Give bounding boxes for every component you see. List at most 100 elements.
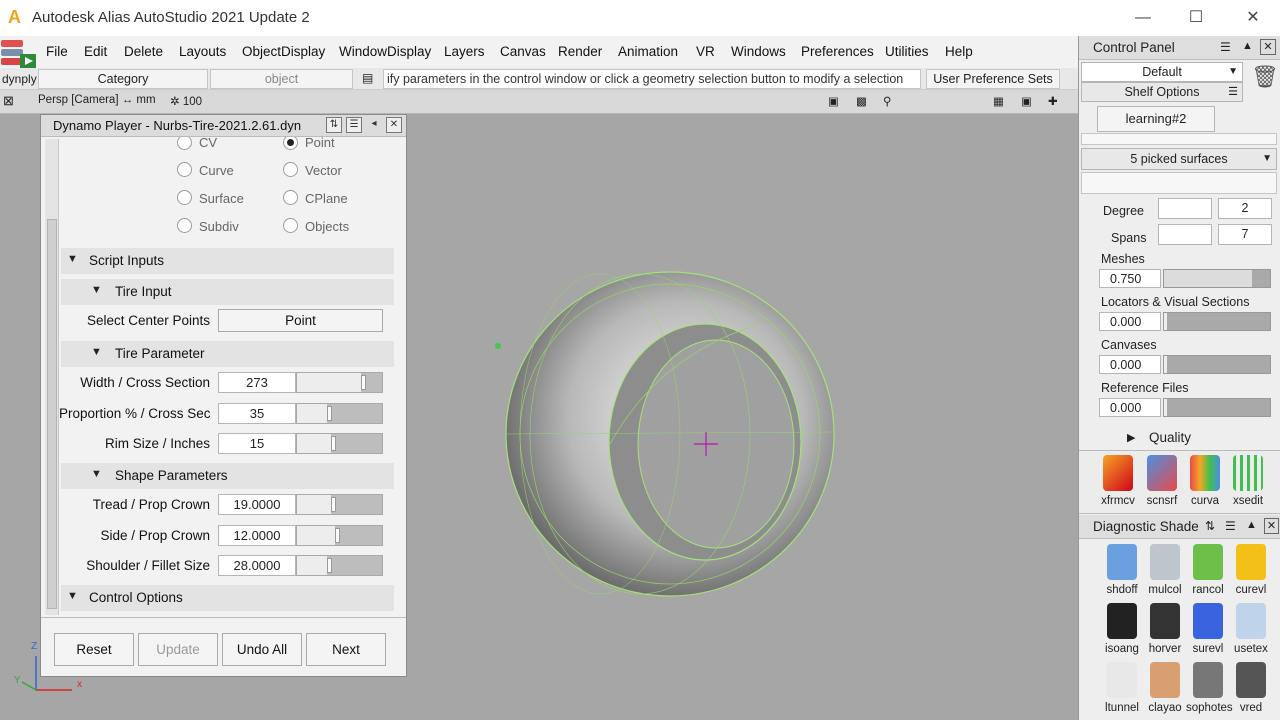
menu-utilities[interactable]: Utilities [885, 44, 929, 59]
layout-tool-icon[interactable]: ▦ [993, 94, 1004, 108]
locators-field[interactable]: 0.000 [1099, 312, 1161, 331]
shape_param-value-field[interactable]: 12.0000 [218, 524, 296, 546]
slider-knob[interactable] [327, 405, 332, 421]
ds-vred[interactable]: vred [1229, 662, 1273, 714]
tire_param-slider[interactable] [296, 372, 383, 393]
view-tool-icon[interactable]: ▣ [828, 94, 839, 108]
locators-slider[interactable] [1163, 312, 1271, 331]
selection-dropdown[interactable]: 5 picked surfaces ▼ [1081, 148, 1277, 170]
section-control-options[interactable]: ▼ Control Options [61, 585, 394, 611]
dynamo-player-titlebar[interactable]: Dynamo Player - Nurbs-Tire-2021.2.61.dyn… [41, 115, 406, 137]
ds-close-icon[interactable]: ✕ [1264, 518, 1279, 534]
ds-curevl[interactable]: curevl [1229, 544, 1273, 596]
split-viewport-icon[interactable]: ✚ [1048, 94, 1058, 108]
slider-knob[interactable] [335, 527, 340, 543]
ds-mulcol[interactable]: mulcol [1143, 544, 1187, 596]
ds-ltunnel[interactable]: ltunnel [1100, 662, 1144, 714]
camera-tool-icon[interactable]: ▩ [856, 94, 867, 108]
reset-button[interactable]: Reset [54, 633, 134, 666]
cp-close-icon[interactable]: ✕ [1260, 39, 1276, 55]
menu-file[interactable]: File [46, 44, 68, 59]
section-shape-parameters[interactable]: ▼ Shape Parameters [61, 463, 394, 489]
pin-icon[interactable]: ⇅ [326, 117, 342, 133]
ds-isoang[interactable]: isoang [1100, 603, 1144, 655]
radio-vector[interactable] [283, 162, 298, 177]
menu-delete[interactable]: Delete [124, 44, 163, 59]
menu-preferences[interactable]: Preferences [801, 44, 874, 59]
trash-icon[interactable]: 🗑 [1251, 64, 1279, 90]
menu-windows[interactable]: Windows [731, 44, 786, 59]
radio-surface[interactable] [177, 190, 192, 205]
alias-shelf-logo-icon[interactable] [0, 38, 38, 70]
menu-layouts[interactable]: Layouts [179, 44, 226, 59]
close-icon[interactable]: ✕ [1243, 8, 1263, 28]
ds-horver[interactable]: horver [1143, 603, 1187, 655]
shape_param-value-field[interactable]: 19.0000 [218, 494, 296, 515]
shape_param-slider[interactable] [296, 524, 383, 546]
tire_param-value-field[interactable]: 15 [218, 433, 296, 454]
tab-learning-2[interactable]: learning#2 [1097, 106, 1215, 132]
slider-knob[interactable] [331, 436, 336, 451]
tire_param-slider[interactable] [296, 402, 383, 424]
shelf-xsedit[interactable]: xsedit [1226, 455, 1270, 507]
shelf-curva[interactable]: curva [1183, 455, 1227, 507]
reference-files-slider[interactable] [1163, 398, 1271, 417]
shelf-options-button[interactable]: Shelf Options ☰ [1081, 82, 1243, 102]
radio-cplane[interactable] [283, 190, 298, 205]
radio-cv[interactable] [177, 137, 192, 150]
spans-u-field[interactable] [1158, 224, 1212, 245]
ds-sophotes[interactable]: sophotes [1186, 662, 1233, 714]
radio-objects[interactable] [283, 218, 298, 233]
user-preference-sets-button[interactable]: User Preference Sets [926, 69, 1060, 89]
minimize-icon[interactable]: — [1133, 8, 1153, 28]
slider-knob[interactable] [331, 497, 336, 512]
undo-all-button[interactable]: Undo All [222, 633, 302, 666]
radio-point[interactable] [283, 137, 298, 150]
shape_param-value-field[interactable]: 28.0000 [218, 555, 296, 576]
maximize-viewport-icon[interactable]: ▣ [1021, 94, 1032, 108]
dynamo-close-icon[interactable]: ✕ [386, 117, 402, 133]
tire_param-value-field[interactable]: 273 [218, 372, 296, 393]
section-tire-parameter[interactable]: ▼ Tire Parameter [61, 341, 394, 367]
cp-collapse-icon[interactable]: ▲ [1242, 40, 1253, 52]
ds-rancol[interactable]: rancol [1186, 544, 1230, 596]
ds-collapse-icon[interactable]: ▲ [1246, 519, 1257, 531]
category-button[interactable]: Category [38, 69, 208, 89]
canvases-slider[interactable] [1163, 355, 1271, 374]
object-field[interactable]: object [210, 69, 353, 89]
menu-layers[interactable]: Layers [444, 44, 485, 59]
ds-menu-icon[interactable]: ☰ [1225, 519, 1236, 533]
spans-v-field[interactable]: 7 [1218, 224, 1272, 245]
reference-files-field[interactable]: 0.000 [1099, 398, 1161, 417]
next-button[interactable]: Next [306, 633, 386, 666]
expand-triangle-icon[interactable]: ▶ [1127, 431, 1135, 444]
tire_param-value-field[interactable]: 35 [218, 402, 296, 424]
preset-dropdown[interactable]: Default ▼ [1081, 62, 1243, 82]
dynamo-scrollbar[interactable] [45, 139, 59, 615]
canvases-field[interactable]: 0.000 [1099, 355, 1161, 374]
section-script-inputs[interactable]: ▼ Script Inputs [61, 248, 394, 274]
ds-pin-icon[interactable]: ⇅ [1205, 519, 1215, 533]
menu-animation[interactable]: Animation [618, 44, 678, 59]
select-point-button[interactable]: Point [218, 309, 383, 332]
meshes-field[interactable]: 0.750 [1099, 269, 1161, 288]
menu-windowdisplay[interactable]: WindowDisplay [339, 44, 431, 59]
shelf-xfrmcv[interactable]: xfrmcv [1096, 455, 1140, 507]
cp-menu-icon[interactable]: ☰ [1220, 40, 1231, 54]
menu-vr[interactable]: VR [696, 44, 715, 59]
shape_param-slider[interactable] [296, 555, 383, 576]
menu-render[interactable]: Render [558, 44, 602, 59]
menu-icon[interactable]: ☰ [346, 117, 362, 133]
shelf-scnsrf[interactable]: scnsrf [1140, 455, 1184, 507]
menu-edit[interactable]: Edit [84, 44, 107, 59]
prompt-menu-icon[interactable]: ▤ [362, 71, 373, 85]
update-button[interactable]: Update [138, 633, 218, 666]
dynamo-scroll-thumb[interactable] [47, 219, 57, 609]
degree-u-field[interactable] [1158, 198, 1212, 219]
ds-surevl[interactable]: surevl [1186, 603, 1230, 655]
shape_param-slider[interactable] [296, 494, 383, 515]
ds-usetex[interactable]: usetex [1229, 603, 1273, 655]
meshes-slider[interactable] [1163, 269, 1271, 288]
section-tire-input[interactable]: ▼ Tire Input [61, 279, 394, 305]
slider-knob[interactable] [327, 558, 332, 573]
